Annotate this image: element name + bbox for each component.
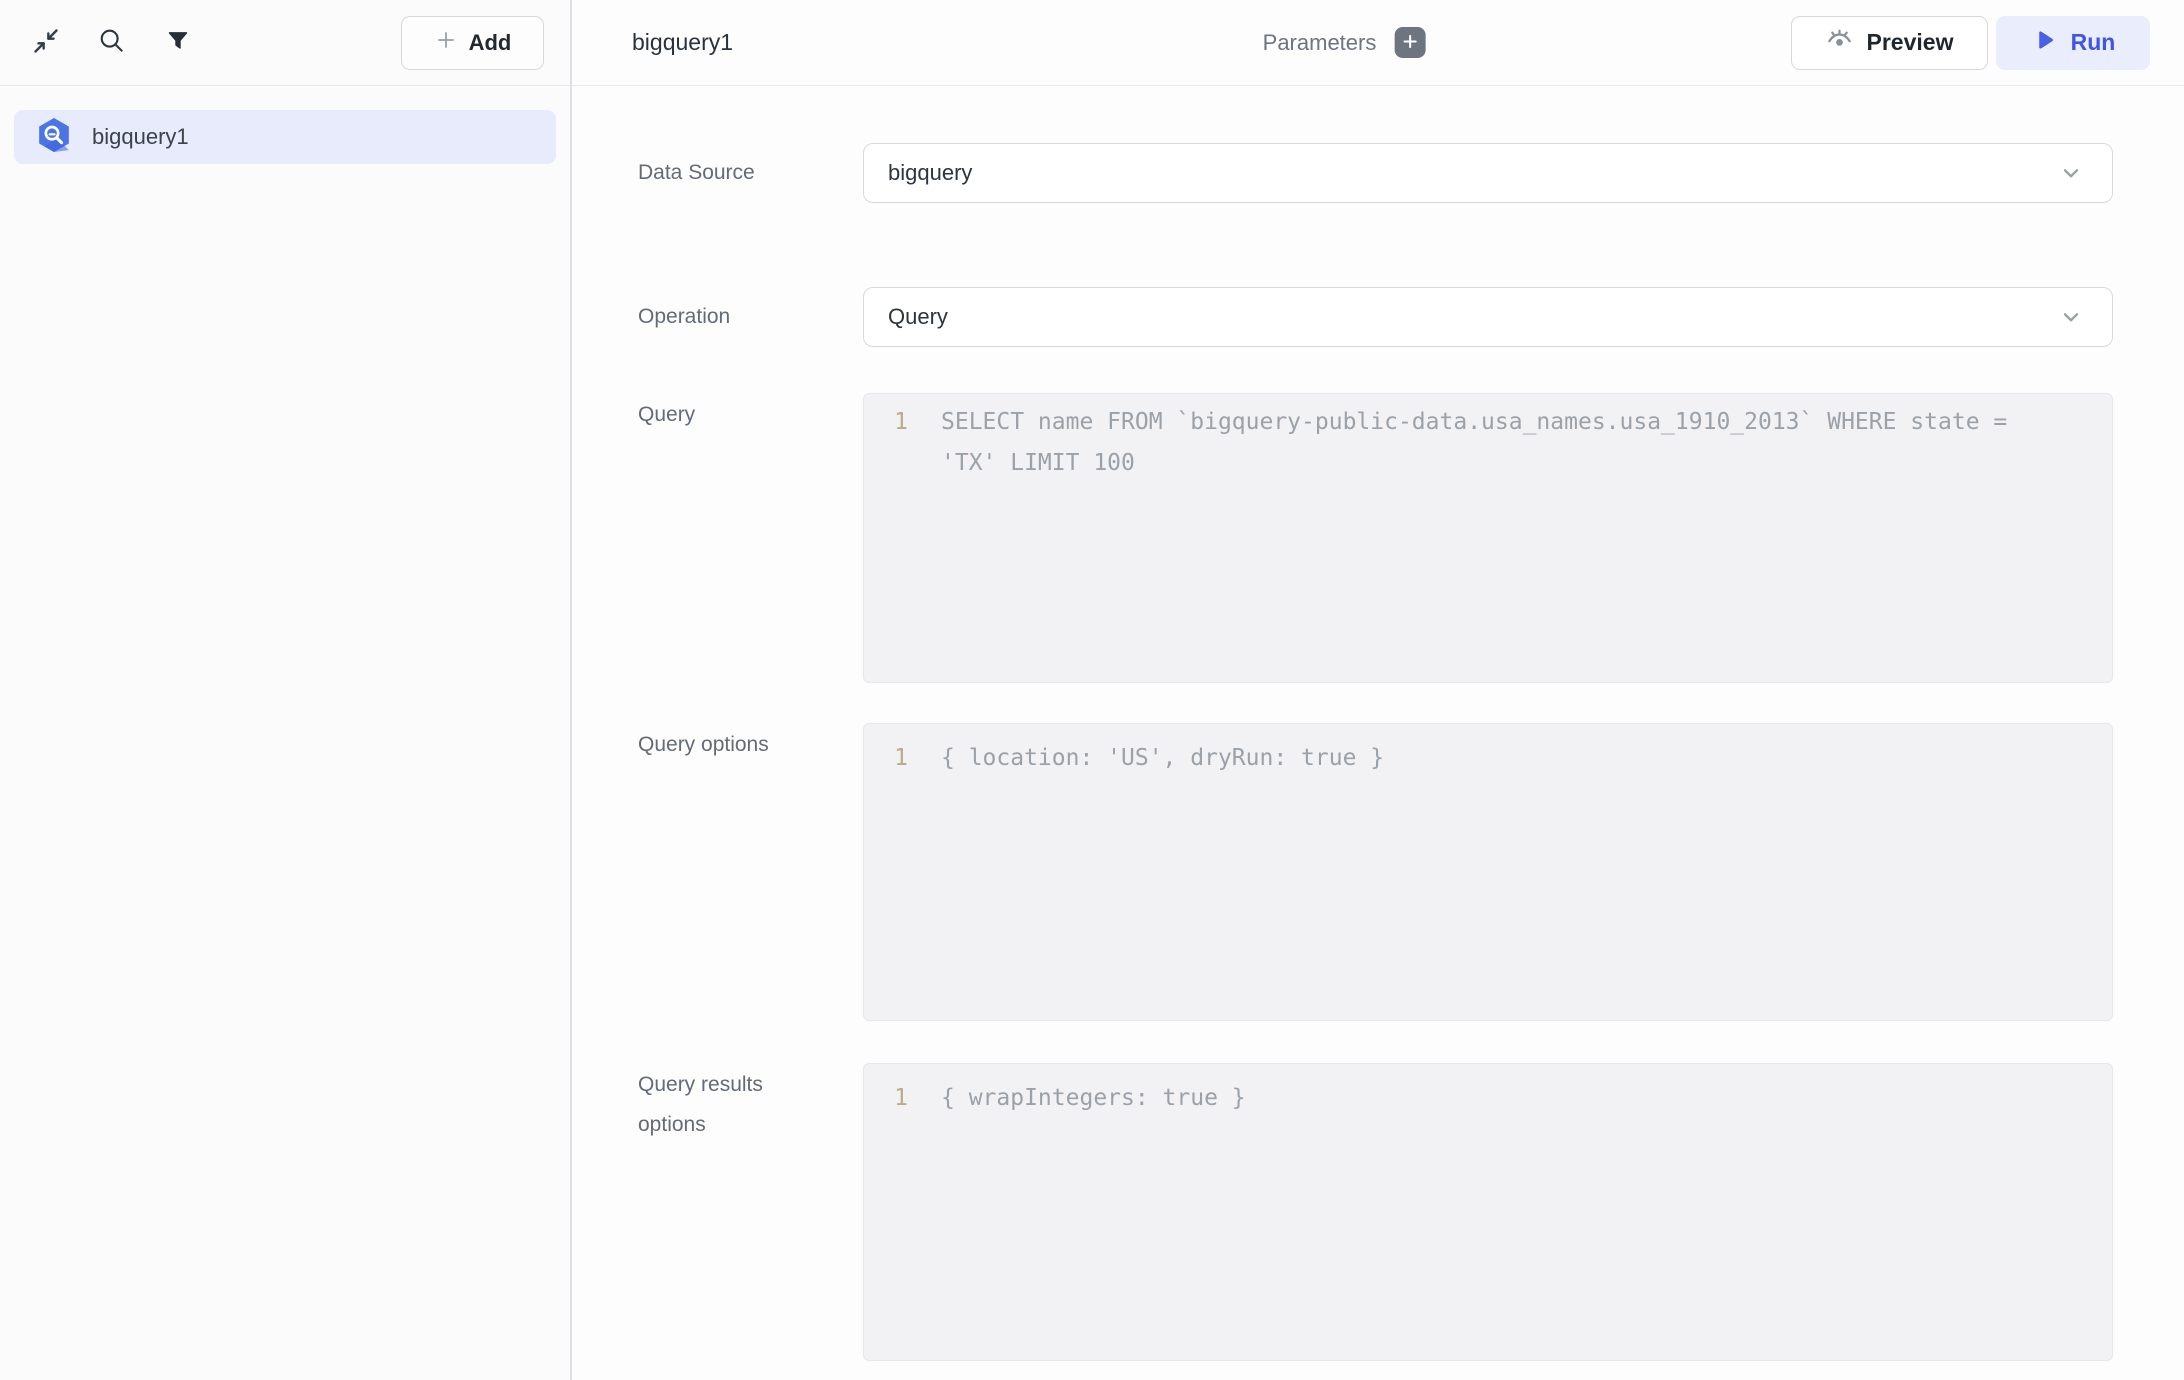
query-name[interactable]: bigquery1 bbox=[632, 29, 733, 56]
line-number: 1 bbox=[864, 402, 908, 443]
query-item-label: bigquery1 bbox=[92, 124, 189, 150]
data-source-row: Data Source bigquery bbox=[638, 143, 2184, 203]
query-options-label: Query options bbox=[638, 723, 863, 1021]
operation-label: Operation bbox=[638, 287, 863, 347]
bigquery-icon bbox=[34, 115, 74, 160]
query-results-options-editor[interactable]: 1 { wrapIntegers: true } bbox=[863, 1063, 2113, 1361]
query-results-options-label: Query results options bbox=[638, 1063, 863, 1361]
plus-icon bbox=[434, 28, 458, 58]
query-config-form: Data Source bigquery Operation bbox=[572, 86, 2184, 1380]
chevron-down-icon bbox=[2058, 160, 2084, 186]
eye-icon bbox=[1826, 26, 1853, 59]
preview-button[interactable]: Preview bbox=[1791, 16, 1988, 70]
search-icon bbox=[98, 27, 126, 58]
plus-icon bbox=[1400, 32, 1419, 54]
add-parameter-button[interactable] bbox=[1394, 27, 1425, 58]
header-actions: Preview Run bbox=[1791, 16, 2150, 70]
operation-select[interactable]: Query bbox=[863, 287, 2113, 347]
operation-value: Query bbox=[888, 304, 948, 330]
query-results-options-row: Query results options 1 { wrapIntegers: … bbox=[638, 1063, 2184, 1361]
query-placeholder-text: SELECT name FROM `bigquery-public-data.u… bbox=[941, 402, 2051, 484]
collapse-panel-button[interactable] bbox=[26, 23, 66, 63]
run-button[interactable]: Run bbox=[1996, 16, 2150, 70]
collapse-icon bbox=[32, 27, 60, 58]
preview-button-label: Preview bbox=[1867, 29, 1954, 56]
data-source-label: Data Source bbox=[638, 143, 863, 203]
play-icon bbox=[2031, 27, 2057, 59]
query-list: bigquery1 bbox=[0, 86, 570, 188]
query-label: Query bbox=[638, 393, 863, 683]
add-button-label: Add bbox=[469, 30, 512, 56]
parameters-label: Parameters bbox=[1263, 30, 1377, 56]
line-number: 1 bbox=[864, 1078, 908, 1119]
query-options-editor[interactable]: 1 { location: 'US', dryRun: true } bbox=[863, 723, 2113, 1021]
query-options-placeholder-text: { location: 'US', dryRun: true } bbox=[941, 738, 2051, 779]
query-editor-panel: bigquery1 Parameters bbox=[572, 0, 2184, 1380]
query-code-editor[interactable]: 1 SELECT name FROM `bigquery-public-data… bbox=[863, 393, 2113, 683]
query-row: Query 1 SELECT name FROM `bigquery-publi… bbox=[638, 393, 2184, 683]
chevron-down-icon bbox=[2058, 304, 2084, 330]
search-queries-button[interactable] bbox=[92, 23, 132, 63]
filter-icon bbox=[165, 28, 191, 57]
filter-queries-button[interactable] bbox=[158, 23, 198, 63]
run-button-label: Run bbox=[2071, 29, 2116, 56]
sidebar-toolbar: Add bbox=[0, 0, 570, 86]
parameters-group: Parameters bbox=[1263, 27, 1426, 58]
query-list-item-bigquery1[interactable]: bigquery1 bbox=[14, 110, 556, 164]
query-builder-window: Add bigquery1 bigquery1 bbox=[0, 0, 2184, 1380]
operation-row: Operation Query bbox=[638, 287, 2184, 347]
query-results-options-placeholder-text: { wrapIntegers: true } bbox=[941, 1078, 2051, 1119]
query-sidebar: Add bigquery1 bbox=[0, 0, 572, 1380]
query-options-row: Query options 1 { location: 'US', dryRun… bbox=[638, 723, 2184, 1021]
query-editor-header: bigquery1 Parameters bbox=[572, 0, 2184, 86]
line-number: 1 bbox=[864, 738, 908, 779]
add-query-button[interactable]: Add bbox=[401, 16, 544, 70]
data-source-value: bigquery bbox=[888, 160, 972, 186]
data-source-select[interactable]: bigquery bbox=[863, 143, 2113, 203]
